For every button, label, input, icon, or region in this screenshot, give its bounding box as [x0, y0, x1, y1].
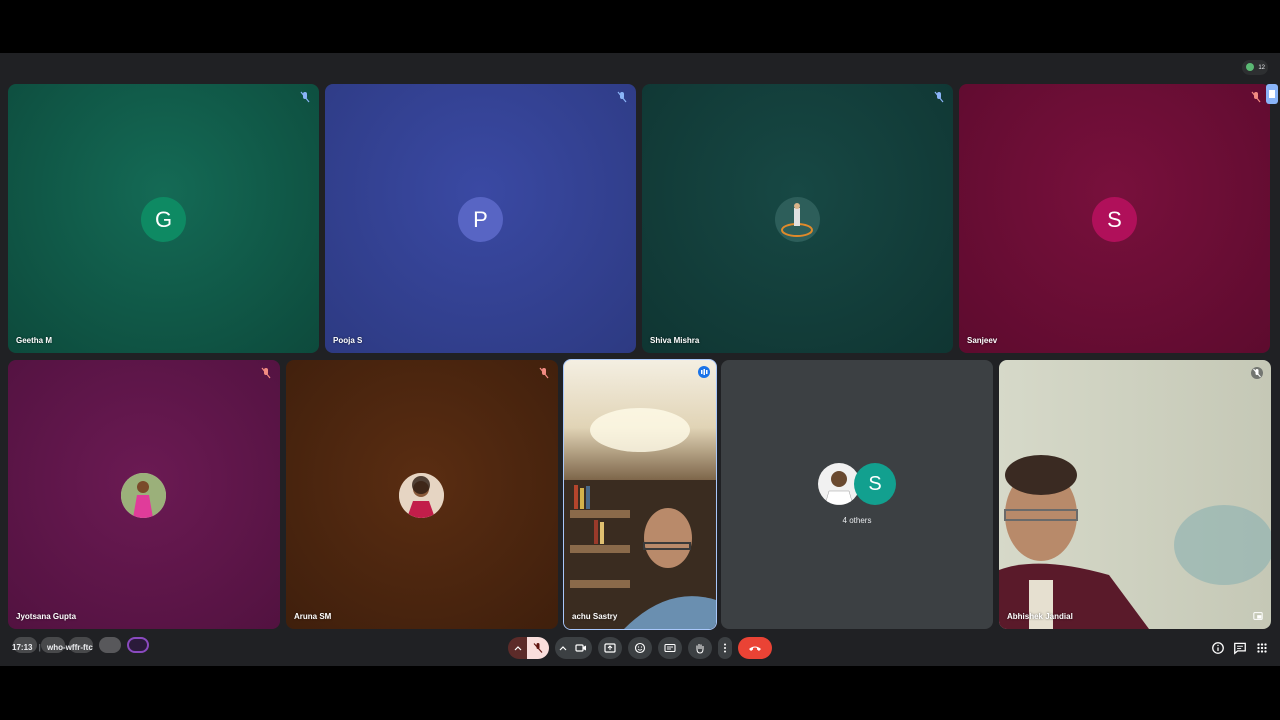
participant-count-badge[interactable]: 12	[1242, 60, 1268, 75]
avatar-photo-icon	[121, 473, 166, 518]
raise-hand-button[interactable]	[688, 637, 712, 659]
meeting-stage: G Geetha M P Pooja S Shiva Mishra S Sanj…	[0, 53, 1280, 666]
chevron-up-icon	[559, 646, 567, 651]
participant-video-tile[interactable]: achu Sastry	[563, 359, 717, 630]
participant-tile[interactable]: G Geetha M	[8, 84, 319, 353]
participant-name: Shiva Mishra	[650, 336, 700, 345]
speaking-indicator-icon	[698, 366, 710, 378]
participant-name: Sanjeev	[967, 336, 998, 345]
avatar: S	[1092, 197, 1137, 242]
others-tile[interactable]: S 4 others	[721, 360, 993, 629]
avatar	[775, 197, 820, 242]
participant-name: Pooja S	[333, 336, 363, 345]
mic-off-icon	[1251, 91, 1261, 103]
reaction-pill[interactable]	[127, 637, 149, 653]
mic-off-icon	[533, 643, 543, 653]
chat-icon[interactable]	[1233, 641, 1247, 655]
avatar: G	[141, 197, 186, 242]
others-count-label: 4 others	[842, 516, 872, 525]
mic-off-icon	[934, 91, 944, 103]
participant-tile[interactable]: P Pooja S	[325, 84, 636, 353]
participant-tile[interactable]: Shiva Mishra	[642, 84, 953, 353]
pip-icon[interactable]	[1253, 611, 1263, 621]
participant-name: Aruna SM	[294, 612, 332, 621]
avatar: S	[854, 463, 896, 505]
captions-button[interactable]	[658, 637, 682, 659]
end-call-button[interactable]	[738, 637, 772, 659]
participant-name: Abhishek Jandial	[1007, 612, 1073, 621]
participant-tile[interactable]: Aruna SM	[286, 360, 558, 629]
reaction-pill[interactable]	[99, 637, 121, 653]
avatar: P	[458, 197, 503, 242]
captions-icon	[664, 643, 676, 653]
reactions-button[interactable]	[628, 637, 652, 659]
camera-toggle-button[interactable]	[570, 637, 592, 659]
participant-name: achu Sastry	[572, 612, 618, 621]
reaction-pill[interactable]	[69, 637, 93, 653]
activities-icon[interactable]	[1255, 641, 1269, 655]
more-icon	[724, 643, 726, 653]
mic-off-icon	[1251, 367, 1263, 379]
camera-icon	[575, 644, 586, 652]
present-icon	[604, 643, 616, 653]
reaction-pill[interactable]	[41, 637, 65, 653]
present-button[interactable]	[598, 637, 622, 659]
mic-off-icon	[261, 367, 271, 379]
mic-off-icon	[617, 91, 627, 103]
end-call-icon	[749, 646, 761, 651]
mic-options-button[interactable]	[508, 637, 528, 659]
chevron-up-icon	[514, 646, 522, 651]
more-options-button[interactable]	[718, 637, 732, 659]
mic-off-icon	[539, 367, 549, 379]
avatar	[121, 473, 166, 518]
avatar-photo-icon	[781, 203, 813, 237]
notes-icon	[1269, 90, 1275, 98]
participant-video-tile[interactable]: Abhishek Jandial	[999, 360, 1271, 629]
raise-hand-icon	[696, 644, 704, 654]
participant-name: Geetha M	[16, 336, 53, 345]
participants-icon	[1246, 63, 1254, 71]
mic-toggle-button[interactable]	[527, 637, 549, 659]
participant-tile[interactable]: S Sanjeev	[959, 84, 1270, 353]
avatar-photo-icon	[399, 473, 444, 518]
reaction-pill[interactable]	[13, 637, 37, 653]
emoji-icon	[634, 642, 646, 654]
info-icon[interactable]	[1211, 641, 1225, 655]
side-panel-tab[interactable]	[1266, 84, 1278, 104]
participant-name: Jyotsana Gupta	[16, 612, 77, 621]
camera-options-button[interactable]	[555, 637, 571, 659]
mic-off-icon	[300, 91, 310, 103]
participant-tile[interactable]: Jyotsana Gupta	[8, 360, 280, 629]
video-feed	[999, 455, 1271, 629]
video-feed	[564, 408, 716, 629]
avatar	[399, 473, 444, 518]
